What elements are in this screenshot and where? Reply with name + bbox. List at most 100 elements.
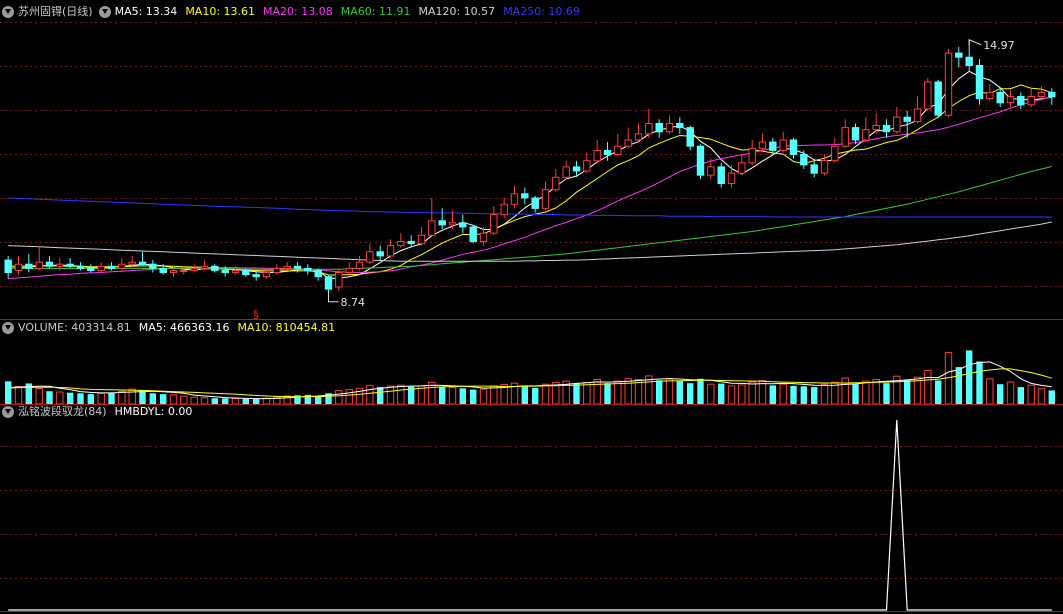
volume-bar[interactable] — [490, 385, 498, 405]
volume-bar[interactable] — [521, 386, 528, 405]
candle[interactable] — [45, 256, 54, 269]
candle[interactable] — [789, 137, 798, 159]
candle[interactable] — [118, 258, 126, 271]
volume-bar[interactable] — [583, 382, 591, 405]
volume-bar[interactable] — [97, 392, 105, 405]
volume-bar[interactable] — [986, 378, 994, 405]
volume-menu-chevron-icon[interactable] — [2, 322, 14, 334]
volume-bar[interactable] — [169, 394, 178, 405]
candle[interactable] — [975, 59, 984, 105]
candle[interactable] — [87, 264, 95, 273]
candle[interactable] — [934, 80, 942, 118]
panel-menu-chevron-icon[interactable] — [2, 6, 14, 18]
candle[interactable] — [593, 140, 601, 163]
candle[interactable] — [810, 160, 818, 178]
volume-bar[interactable] — [769, 385, 776, 404]
candle[interactable] — [211, 264, 219, 273]
candle[interactable] — [614, 133, 622, 157]
kline-chart-canvas[interactable]: 14.97 8.74 § — [0, 0, 1063, 614]
volume-bars[interactable] — [5, 350, 1055, 405]
candle[interactable] — [428, 198, 436, 238]
volume-bar[interactable] — [935, 380, 942, 405]
candle[interactable] — [655, 119, 663, 138]
candle[interactable] — [996, 88, 1004, 107]
volume-bar[interactable] — [5, 381, 12, 404]
candle[interactable] — [676, 117, 684, 134]
volume-bar[interactable] — [697, 378, 704, 404]
indicator-menu-chevron-icon[interactable] — [98, 6, 111, 18]
volume-bar[interactable] — [108, 392, 115, 404]
candle[interactable] — [500, 198, 508, 219]
volume-bar[interactable] — [14, 386, 23, 405]
candle[interactable] — [779, 131, 787, 153]
volume-bar[interactable] — [253, 399, 260, 404]
candle[interactable] — [986, 84, 994, 101]
candle[interactable] — [727, 164, 736, 188]
candle[interactable] — [262, 268, 271, 279]
volume-bar[interactable] — [149, 393, 156, 404]
volume-bar[interactable] — [1027, 384, 1035, 405]
candle[interactable] — [955, 46, 963, 68]
volume-bar[interactable] — [707, 383, 715, 405]
candle[interactable] — [438, 208, 446, 229]
candle[interactable] — [273, 264, 281, 275]
candle[interactable] — [386, 239, 395, 258]
volume-bar[interactable] — [966, 350, 973, 404]
volume-bar[interactable] — [955, 367, 962, 404]
candle[interactable] — [717, 162, 725, 188]
candle[interactable] — [107, 262, 116, 271]
volume-bar[interactable] — [748, 381, 756, 405]
volume-bar[interactable] — [532, 387, 539, 404]
volume-bar[interactable] — [46, 391, 53, 404]
volume-bar[interactable] — [862, 380, 870, 405]
candle[interactable] — [25, 253, 33, 273]
volume-bar[interactable] — [335, 390, 343, 405]
candle[interactable] — [4, 256, 12, 279]
volume-bar[interactable] — [727, 385, 736, 405]
candle[interactable] — [469, 224, 477, 244]
candle[interactable] — [665, 115, 674, 134]
volume-bar[interactable] — [924, 370, 932, 405]
volume-bar[interactable] — [56, 391, 64, 405]
volume-bar[interactable] — [687, 383, 694, 404]
candle[interactable] — [490, 206, 498, 236]
candle[interactable] — [138, 251, 147, 267]
candle[interactable] — [97, 262, 105, 273]
candle[interactable] — [882, 119, 891, 138]
candle[interactable] — [376, 245, 384, 261]
volume-bar[interactable] — [976, 361, 983, 405]
volume-bar[interactable] — [211, 398, 218, 404]
volume-bar[interactable] — [738, 384, 746, 405]
candle[interactable] — [696, 144, 705, 180]
volume-bar[interactable] — [676, 381, 683, 404]
candle[interactable] — [355, 256, 364, 271]
candle[interactable] — [304, 264, 312, 275]
volume-bar[interactable] — [800, 386, 807, 404]
volume-bar[interactable] — [180, 395, 188, 405]
candle[interactable] — [459, 214, 467, 234]
volume-bar[interactable] — [573, 383, 580, 404]
volume-bar[interactable] — [820, 383, 829, 405]
volume-bar[interactable] — [200, 397, 209, 405]
candle[interactable] — [841, 119, 849, 149]
candle[interactable] — [66, 258, 74, 269]
volume-bar[interactable] — [665, 378, 674, 405]
candle[interactable] — [624, 127, 632, 149]
candle[interactable] — [1017, 92, 1025, 109]
price-candles[interactable] — [4, 39, 1056, 298]
candle[interactable] — [862, 117, 870, 143]
volume-bar[interactable] — [35, 388, 43, 405]
volume-bar[interactable] — [841, 377, 849, 405]
volume-bar[interactable] — [160, 394, 167, 404]
candle[interactable] — [924, 77, 932, 111]
volume-bar[interactable] — [1048, 390, 1055, 404]
candle[interactable] — [800, 150, 808, 169]
indicator-panel-chevron-icon[interactable] — [2, 406, 14, 418]
volume-bar[interactable] — [614, 380, 622, 405]
candle[interactable] — [541, 181, 550, 211]
candle[interactable] — [14, 256, 23, 275]
candle[interactable] — [510, 185, 519, 209]
volume-bar[interactable] — [377, 387, 384, 404]
candle[interactable] — [324, 274, 333, 298]
volume-bar[interactable] — [790, 385, 797, 404]
